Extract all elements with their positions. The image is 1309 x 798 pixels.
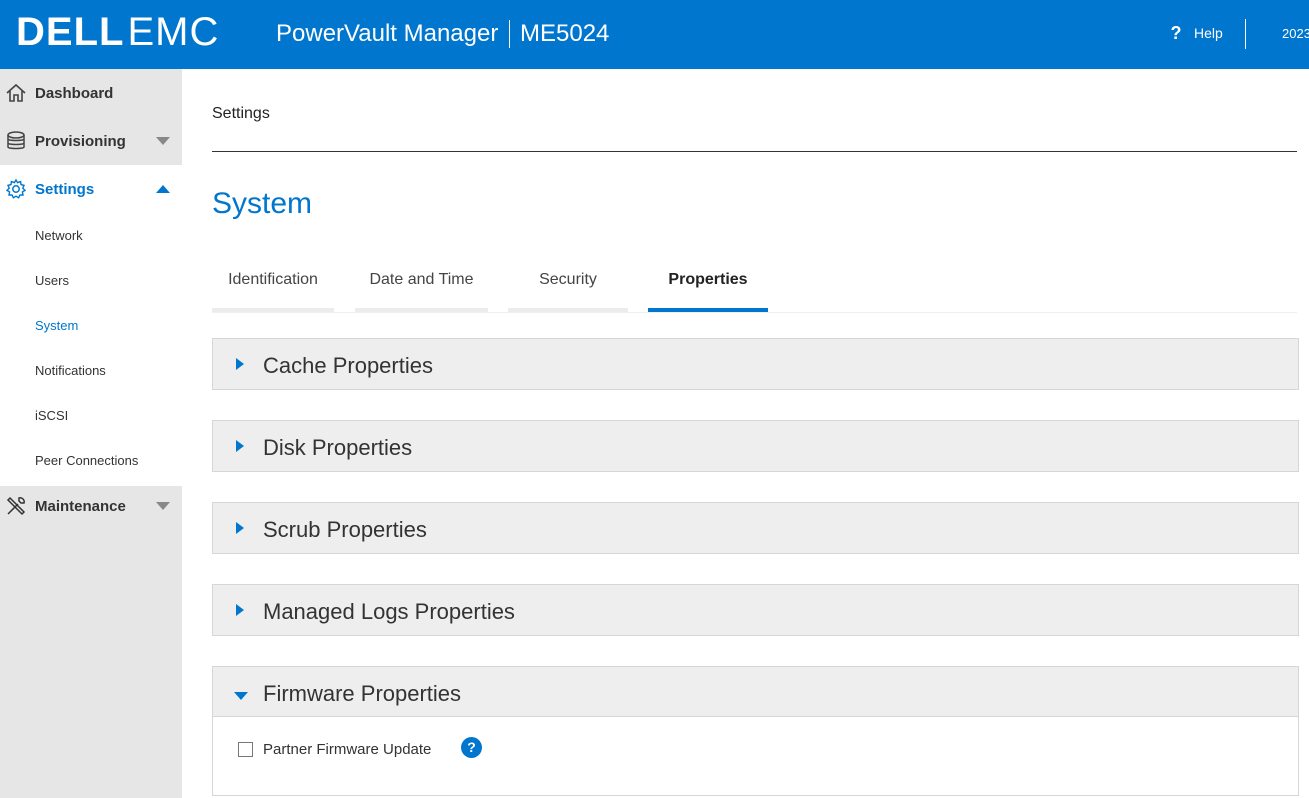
tab-security[interactable]: Security — [508, 262, 628, 313]
tab-label: Properties — [668, 271, 748, 288]
sidebar-subitem-network[interactable]: Network — [35, 228, 83, 243]
app-title: PowerVault Manager — [276, 20, 499, 47]
title-divider — [509, 20, 510, 48]
tab-label: Security — [539, 271, 597, 288]
chevron-down-icon — [156, 502, 170, 510]
tab-label: Date and Time — [369, 271, 474, 288]
question-icon: ? — [1170, 23, 1182, 43]
sidebar-subitem-system[interactable]: System — [35, 318, 78, 333]
gear-icon — [5, 178, 27, 199]
settings-submenu: Settings Network Users System Notificati… — [0, 165, 182, 486]
help-button[interactable]: ? Help — [1168, 22, 1223, 44]
tab-date-and-time[interactable]: Date and Time — [355, 262, 488, 313]
sidebar-subitem-peer-connections[interactable]: Peer Connections — [35, 453, 138, 468]
header-divider — [1245, 19, 1246, 49]
sidebar-item-settings[interactable]: Settings — [0, 165, 182, 213]
panel-firmware-properties: Firmware Properties Partner Firmware Upd… — [212, 666, 1299, 796]
caret-right-icon — [236, 522, 244, 534]
help-label: Help — [1194, 25, 1223, 41]
chevron-up-icon — [156, 185, 170, 193]
panel-cache-properties[interactable]: Cache Properties — [212, 338, 1299, 390]
caret-right-icon — [236, 358, 244, 370]
caret-right-icon — [236, 604, 244, 616]
sidebar-item-label: Maintenance — [35, 497, 126, 515]
caret-right-icon — [236, 440, 244, 452]
partner-firmware-update-checkbox[interactable] — [238, 742, 253, 757]
database-icon — [7, 131, 25, 150]
tab-properties[interactable]: Properties — [648, 262, 768, 313]
panel-managed-logs-properties[interactable]: Managed Logs Properties — [212, 584, 1299, 636]
chevron-down-icon — [156, 137, 170, 145]
tab-bar: Identification Date and Time Security Pr… — [212, 262, 1297, 313]
breadcrumb: Settings — [212, 105, 270, 122]
logo-emc-text: EMC — [127, 10, 220, 54]
tabs-divider — [212, 312, 1297, 313]
panel-title: Firmware Properties — [263, 681, 462, 706]
panel-title: Managed Logs Properties — [263, 599, 515, 624]
sidebar-subitem-iscsi[interactable]: iSCSI — [35, 408, 68, 423]
sidebar-item-provisioning[interactable]: Provisioning — [0, 117, 182, 165]
sidebar-item-dashboard[interactable]: Dashboard — [0, 69, 182, 117]
app-header: DELL EMC PowerVault Manager ME5024 ? Hel… — [0, 0, 1309, 69]
logo-dell-text: DELL — [16, 10, 125, 54]
panel-disk-properties[interactable]: Disk Properties — [212, 420, 1299, 472]
header-date: 2023 — [1282, 26, 1309, 41]
panel-title: Scrub Properties — [263, 517, 427, 542]
tools-icon — [6, 496, 26, 516]
sidebar-item-label: Provisioning — [35, 132, 126, 150]
sidebar-subitem-notifications[interactable]: Notifications — [35, 363, 106, 378]
panel-title: Cache Properties — [263, 353, 433, 378]
breadcrumb-divider — [212, 151, 1297, 152]
dell-emc-logo: DELL EMC — [16, 12, 219, 52]
sidebar: Dashboard Provisioning Settings Network … — [0, 69, 182, 798]
help-info-icon[interactable]: ? — [461, 737, 482, 758]
partner-firmware-update-label: Partner Firmware Update — [263, 741, 432, 758]
panel-scrub-properties[interactable]: Scrub Properties — [212, 502, 1299, 554]
tab-identification[interactable]: Identification — [212, 262, 334, 313]
system-model: ME5024 — [520, 20, 610, 47]
caret-down-icon — [234, 692, 248, 700]
panel-title: Disk Properties — [263, 435, 413, 460]
page-title: System — [212, 187, 313, 220]
tab-label: Identification — [228, 271, 318, 288]
sidebar-item-maintenance[interactable]: Maintenance — [0, 482, 182, 530]
sidebar-item-label: Settings — [35, 180, 95, 198]
panel-header[interactable]: Firmware Properties — [213, 667, 1298, 717]
sidebar-item-label: Dashboard — [35, 84, 114, 102]
home-icon — [6, 83, 26, 102]
sidebar-subitem-users[interactable]: Users — [35, 273, 69, 288]
